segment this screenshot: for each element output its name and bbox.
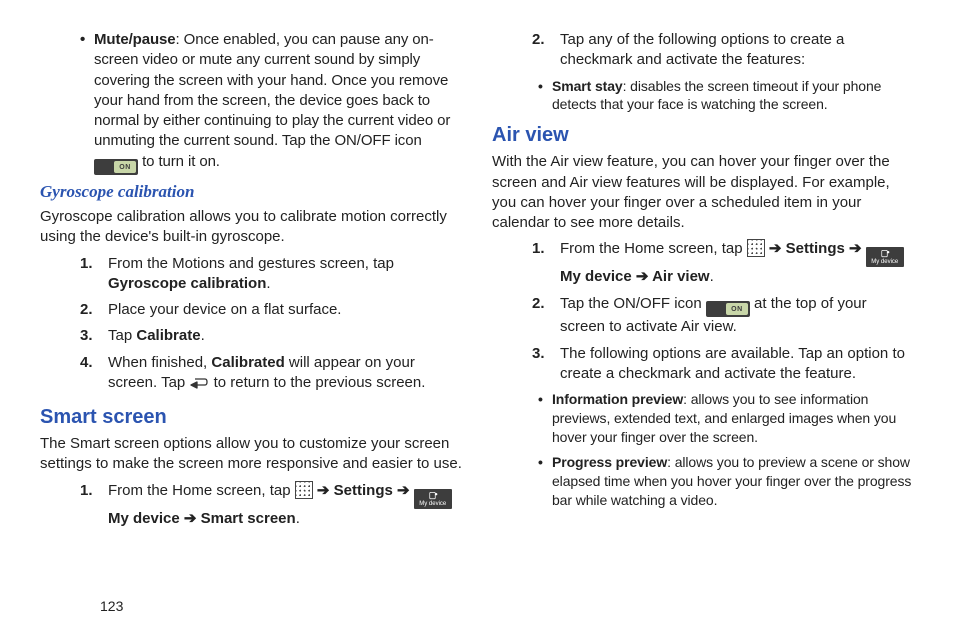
- back-icon: [189, 376, 209, 396]
- mute-pause-text-before: : Once enabled, you can pause any on-scr…: [94, 31, 450, 149]
- right-column: Tap any of the following options to crea…: [492, 28, 914, 597]
- gyroscope-intro: Gyroscope calibration allows you to cali…: [40, 207, 462, 248]
- my-device-caption: My device: [871, 258, 898, 266]
- gyroscope-step-1: From the Motions and gestures screen, ta…: [108, 254, 462, 295]
- my-device-label: My device: [560, 268, 632, 285]
- arrow-icon: ➔: [845, 240, 866, 257]
- arrow-icon: ➔: [393, 482, 414, 499]
- arrow-icon: ➔: [765, 240, 786, 257]
- air-view-options: Information preview: allows you to see i…: [492, 390, 914, 509]
- columns: Mute/pause: Once enabled, you can pause …: [40, 28, 914, 597]
- text: .: [296, 510, 300, 527]
- my-device-label: My device: [108, 510, 180, 527]
- progress-preview-term: Progress preview: [552, 454, 667, 470]
- air-view-step-3: The following options are available. Tap…: [560, 344, 914, 385]
- arrow-icon: ➔: [180, 510, 201, 527]
- smart-stay-list: Smart stay: disables the screen timeout …: [492, 77, 914, 115]
- text: .: [266, 275, 270, 292]
- smart-screen-label: Smart screen: [201, 510, 296, 527]
- text: .: [710, 268, 714, 285]
- text: From the Home screen, tap: [108, 482, 295, 499]
- air-view-intro: With the Air view feature, you can hover…: [492, 152, 914, 233]
- gyroscope-calibration-label: Gyroscope calibration: [108, 275, 266, 292]
- text: Tap: [108, 327, 136, 344]
- my-device-caption: My device: [419, 500, 446, 508]
- on-off-icon: ON: [94, 159, 138, 175]
- settings-label: Settings: [786, 240, 845, 257]
- mute-pause-item: Mute/pause: Once enabled, you can pause …: [94, 30, 462, 175]
- text: When finished,: [108, 354, 211, 371]
- gyroscope-steps: From the Motions and gestures screen, ta…: [40, 254, 462, 397]
- settings-label: Settings: [334, 482, 393, 499]
- air-view-step-1: From the Home screen, tap ➔ Settings ➔ M…: [560, 239, 914, 287]
- mute-pause-bullet-list: Mute/pause: Once enabled, you can pause …: [40, 30, 462, 175]
- calibrate-label: Calibrate: [136, 327, 200, 344]
- apps-icon: [747, 239, 765, 257]
- information-preview-term: Information preview: [552, 391, 683, 407]
- smart-stay-item: Smart stay: disables the screen timeout …: [552, 77, 914, 115]
- air-view-label: Air view: [652, 268, 710, 285]
- air-view-heading: Air view: [492, 122, 914, 149]
- calibrated-label: Calibrated: [211, 354, 284, 371]
- information-preview-item: Information preview: allows you to see i…: [552, 390, 914, 447]
- my-device-icon: My device: [866, 247, 904, 267]
- gyroscope-step-2: Place your device on a flat surface.: [108, 300, 462, 320]
- smart-stay-term: Smart stay: [552, 78, 623, 94]
- smart-screen-heading: Smart screen: [40, 404, 462, 431]
- arrow-icon: ➔: [313, 482, 334, 499]
- left-column: Mute/pause: Once enabled, you can pause …: [40, 28, 462, 597]
- on-off-slider: ON: [114, 161, 136, 173]
- gyroscope-heading: Gyroscope calibration: [40, 181, 462, 204]
- text: From the Motions and gestures screen, ta…: [108, 255, 394, 272]
- mute-pause-text-after: to turn it on.: [138, 153, 220, 170]
- smart-screen-steps: From the Home screen, tap ➔ Settings ➔ M…: [40, 481, 462, 529]
- air-view-step-2: Tap the ON/OFF icon ON at the top of you…: [560, 294, 914, 338]
- smart-screen-step-1: From the Home screen, tap ➔ Settings ➔ M…: [108, 481, 462, 529]
- gyroscope-step-3: Tap Calibrate.: [108, 326, 462, 346]
- page: Mute/pause: Once enabled, you can pause …: [0, 0, 954, 636]
- my-device-icon: My device: [414, 489, 452, 509]
- text: From the Home screen, tap: [560, 240, 747, 257]
- mute-pause-term: Mute/pause: [94, 31, 176, 48]
- air-view-steps: From the Home screen, tap ➔ Settings ➔ M…: [492, 239, 914, 384]
- smart-screen-steps-cont: Tap any of the following options to crea…: [492, 30, 914, 71]
- gyroscope-step-4: When finished, Calibrated will appear on…: [108, 353, 462, 397]
- apps-icon: [295, 481, 313, 499]
- smart-screen-intro: The Smart screen options allow you to cu…: [40, 434, 462, 475]
- text: to return to the previous screen.: [209, 374, 425, 391]
- on-off-icon: ON: [706, 301, 750, 317]
- progress-preview-item: Progress preview: allows you to preview …: [552, 453, 914, 510]
- arrow-icon: ➔: [632, 268, 652, 285]
- smart-screen-step-2: Tap any of the following options to crea…: [560, 30, 914, 71]
- page-number: 123: [40, 597, 914, 616]
- on-off-slider: ON: [726, 303, 748, 315]
- text: .: [201, 327, 205, 344]
- text: Tap the ON/OFF icon: [560, 295, 706, 312]
